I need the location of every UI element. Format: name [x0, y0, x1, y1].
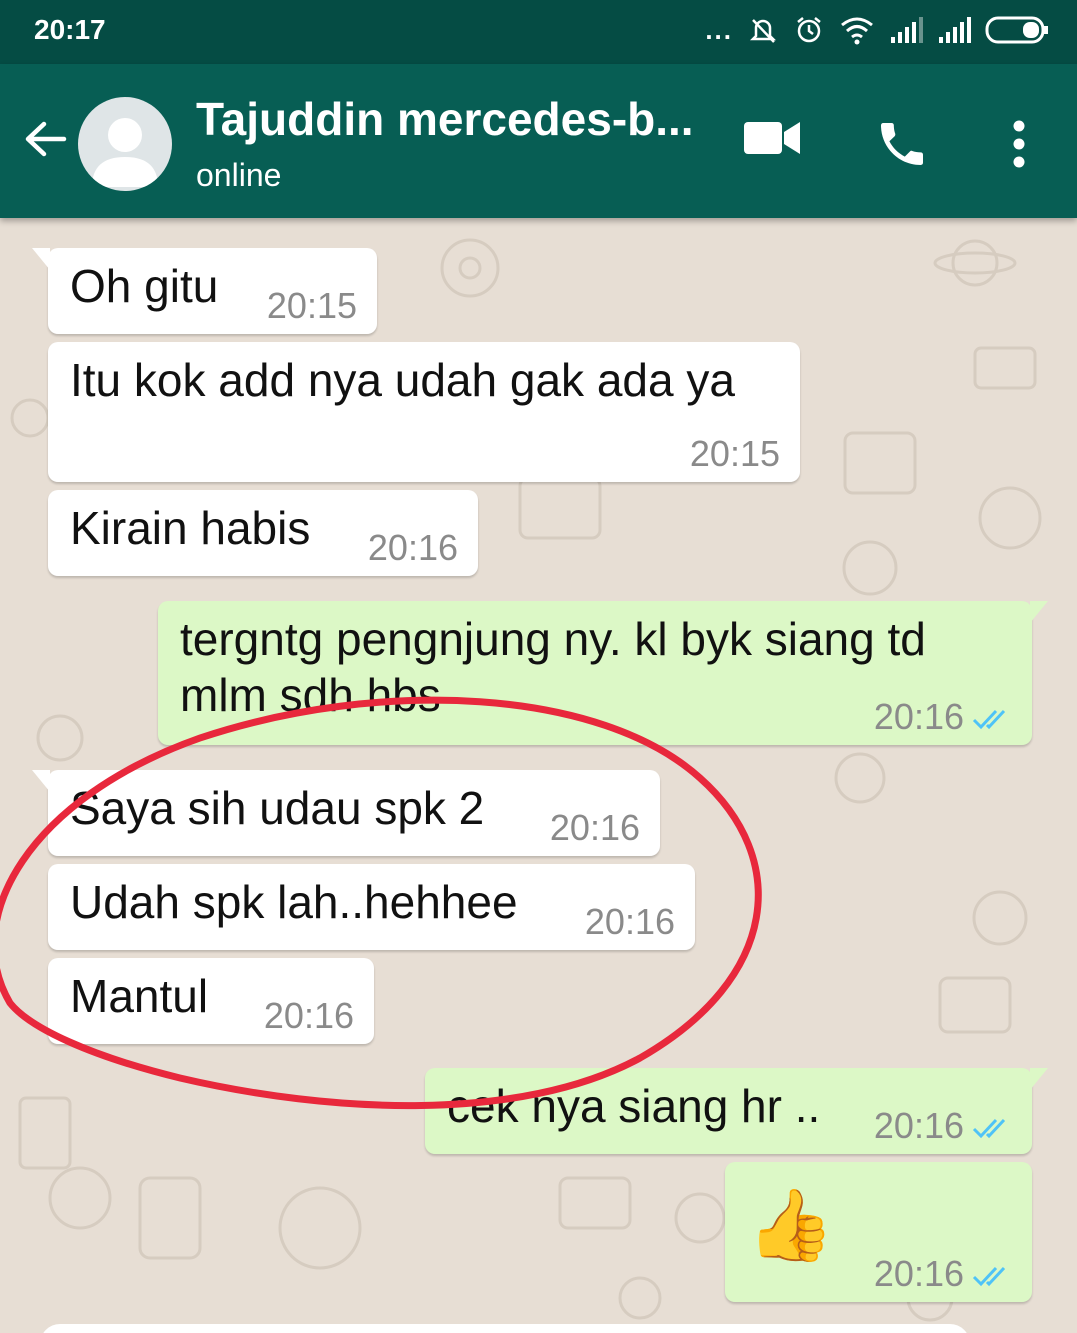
message-text: tergntg pengnjung ny. kl byk siang td ml…	[180, 613, 926, 721]
message-text: Udah spk lah..hehhee	[70, 876, 518, 928]
message-time: 20:16	[873, 696, 964, 737]
message-time: 20:16	[263, 995, 354, 1036]
status-bar: 20:17 ...	[0, 0, 1077, 64]
mute-icon	[749, 19, 777, 43]
incoming-message[interactable]: Oh gitu 20:15	[32, 248, 377, 334]
message-text: Saya sih udau spk 2	[70, 782, 485, 834]
outgoing-message[interactable]: tergntg pengnjung ny. kl byk siang td ml…	[158, 601, 1048, 745]
read-double-check-icon	[972, 1119, 1006, 1139]
battery-icon	[985, 16, 1048, 44]
signal-2-icon	[939, 17, 971, 43]
bubble-tail	[1030, 1068, 1048, 1090]
contact-avatar[interactable]	[78, 97, 172, 191]
message-text: cek nya siang hr ..	[447, 1080, 821, 1132]
bubble-tail	[32, 248, 50, 270]
message-time: 20:16	[367, 527, 458, 568]
message-time: 20:16	[584, 901, 675, 942]
status-time: 20:17	[34, 14, 106, 45]
signal-1-icon	[891, 17, 923, 43]
outgoing-message[interactable]: 👍 20:16	[725, 1162, 1032, 1302]
chat-area[interactable]: Oh gitu 20:15 Itu kok add nya udah gak a…	[0, 218, 1077, 1333]
more-options-icon[interactable]	[1004, 116, 1034, 172]
incoming-message[interactable]: Itu kok add nya udah gak ada ya 20:15	[48, 342, 800, 482]
message-input-box[interactable]	[40, 1324, 970, 1333]
outgoing-message[interactable]: cek nya siang hr .. 20:16	[425, 1068, 1048, 1154]
message-time: 20:15	[266, 285, 357, 326]
incoming-message[interactable]: Saya sih udau spk 2 20:16	[32, 770, 660, 856]
video-call-icon[interactable]	[742, 116, 802, 160]
message-time: 20:15	[689, 433, 780, 474]
message-time: 20:16	[873, 1105, 964, 1146]
incoming-message[interactable]: Udah spk lah..hehhee 20:16	[48, 864, 695, 950]
message-text: Kirain habis	[70, 502, 311, 554]
message-text: Mantul	[70, 970, 209, 1022]
status-icons: ...	[705, 14, 1051, 46]
message-meta: 20:16	[874, 697, 1012, 737]
bubble-tail	[1030, 601, 1048, 623]
read-double-check-icon	[972, 710, 1006, 730]
message-text: Itu kok add nya udah gak ada ya	[70, 354, 735, 406]
incoming-message[interactable]: Mantul 20:16	[48, 958, 374, 1044]
more-notifications-icon: ...	[705, 14, 733, 45]
message-text: Oh gitu	[70, 260, 219, 312]
default-person-icon	[92, 118, 158, 187]
alarm-icon	[797, 17, 821, 43]
contact-name[interactable]: Tajuddin mercedes-b...	[196, 92, 694, 146]
contact-status: online	[196, 157, 282, 193]
chat-header: Tajuddin mercedes-b... online	[0, 64, 1077, 218]
message-time: 20:16	[873, 1253, 964, 1294]
message-time: 20:16	[549, 807, 640, 848]
thumbs-up-emoji: 👍	[747, 1186, 835, 1264]
incoming-message[interactable]: Kirain habis 20:16	[48, 490, 478, 576]
bubble-tail	[32, 770, 50, 792]
message-meta: 20:16	[874, 1254, 1012, 1294]
wifi-icon	[841, 17, 873, 45]
voice-call-icon[interactable]	[874, 116, 930, 172]
back-arrow-icon[interactable]	[20, 114, 70, 164]
message-meta: 20:16	[874, 1106, 1012, 1146]
read-double-check-icon	[972, 1267, 1006, 1287]
